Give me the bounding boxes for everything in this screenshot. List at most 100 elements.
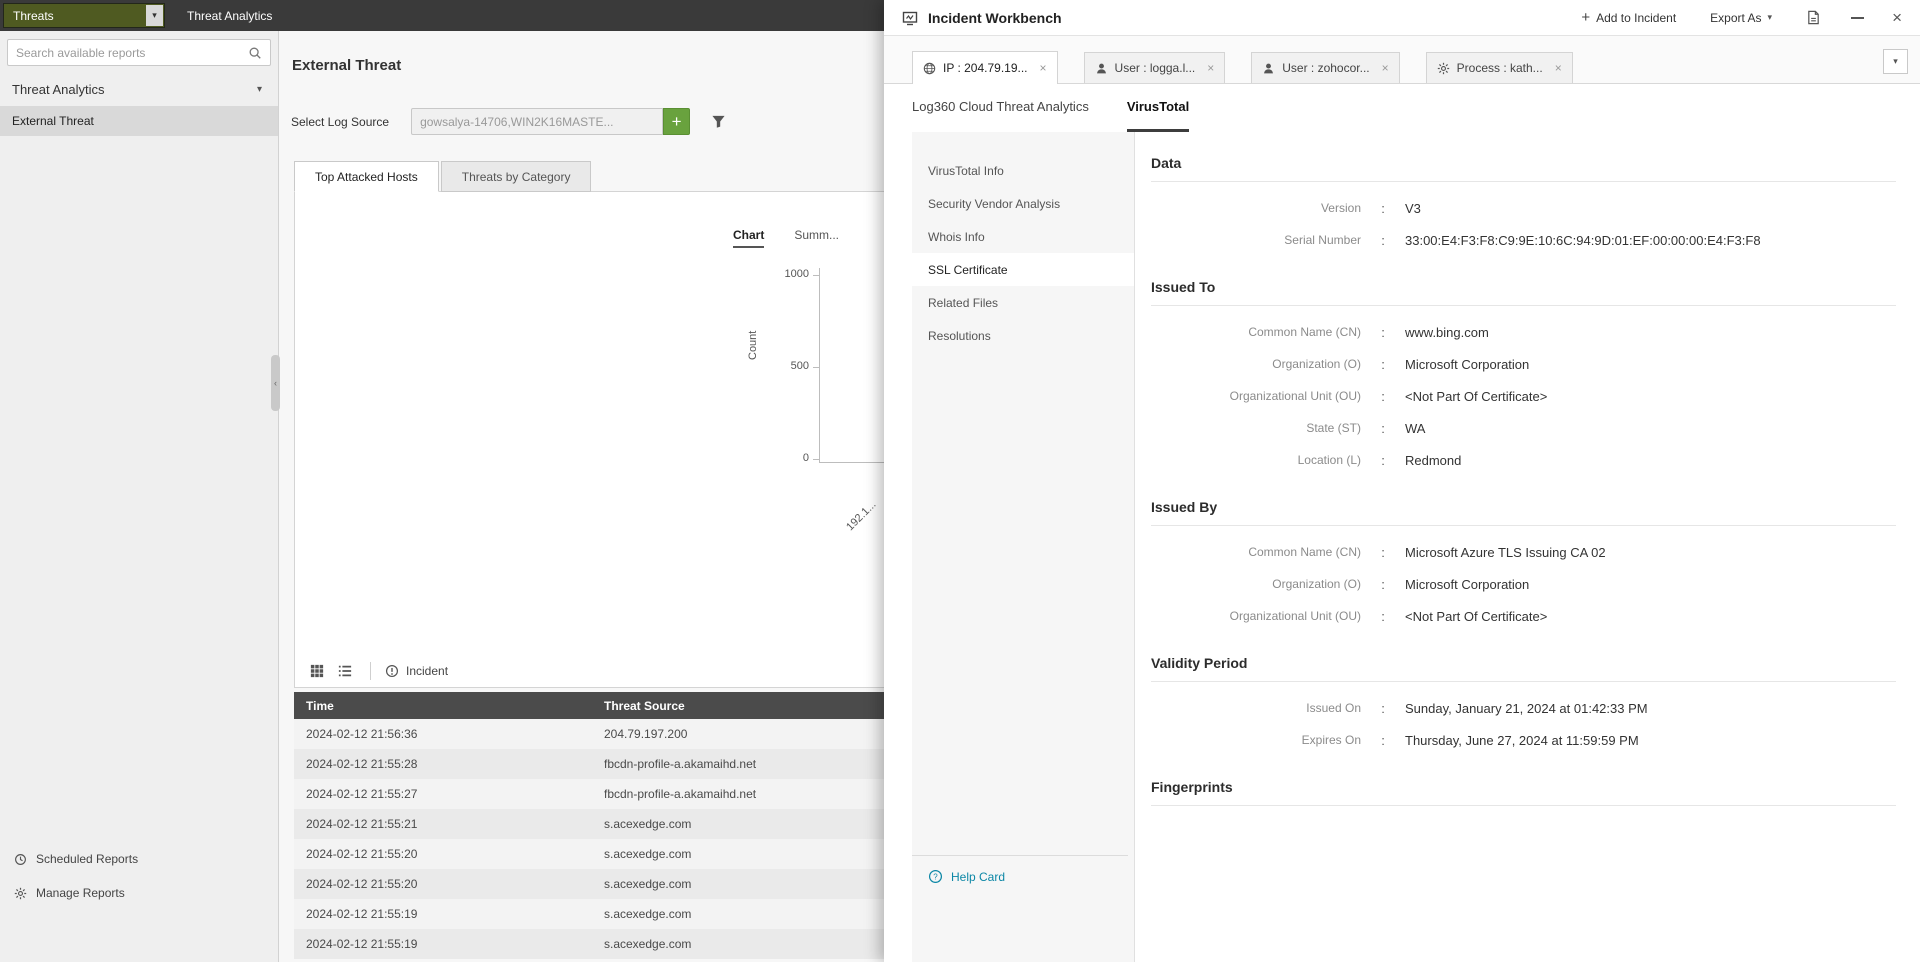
detail-value: WA [1405, 420, 1426, 436]
detail-row: Serial Number: 33:00:E4:F3:F8:C9:9E:10:6C… [1151, 224, 1896, 256]
entity-tab[interactable]: Process : kath... × [1425, 52, 1573, 83]
section-issued-by: Issued By Common Name (CN): Microsoft Azur… [1151, 498, 1896, 632]
section-heading: Validity Period [1151, 655, 1248, 671]
detail-row: Organization (O): Microsoft Corporation [1151, 568, 1896, 600]
section-divider [1151, 805, 1896, 806]
close-tab-icon[interactable]: × [1382, 62, 1389, 74]
section-divider [1151, 181, 1896, 182]
detail-value: V3 [1405, 200, 1421, 216]
cell-time: 2024-02-12 21:55:20 [306, 877, 418, 891]
incident-workbench-panel: Incident Workbench + Add to Incident Exp… [884, 0, 1920, 962]
workbench-icon [902, 10, 918, 26]
section-fingerprints: Fingerprints [1151, 778, 1896, 806]
cell-time: 2024-02-12 21:55:20 [306, 847, 418, 861]
ssl-certificate-detail: Data Version: V3 Serial Number: 33:00:E4:F3:… [1135, 132, 1920, 962]
tab-log360-cloud-threat-analytics[interactable]: Log360 Cloud Threat Analytics [912, 84, 1089, 132]
detail-colon: : [1381, 388, 1385, 404]
column-header-time[interactable]: Time [294, 699, 604, 713]
export-as-dropdown[interactable]: Export As ▾ [1710, 11, 1772, 25]
detail-value: Thursday, June 27, 2024 at 11:59:59 PM [1405, 732, 1639, 748]
chart-view-tabs: Chart Summ... [733, 228, 839, 248]
nav-item-resolutions[interactable]: Resolutions [912, 319, 1134, 352]
close-tab-icon[interactable]: × [1207, 62, 1214, 74]
globe-icon [923, 62, 936, 75]
close-tab-icon[interactable]: × [1040, 62, 1047, 74]
add-to-incident-button[interactable]: + Add to Incident [1581, 9, 1676, 26]
tab-threat-analytics[interactable]: Threat Analytics [187, 9, 272, 23]
chart-y-axis-label: Count [747, 330, 759, 360]
sidebar-section-threat-analytics[interactable]: Threat Analytics ▾ [0, 73, 278, 106]
close-icon[interactable]: × [1892, 9, 1902, 26]
sidebar-footer-item[interactable]: Manage Reports [0, 876, 278, 910]
entity-tab[interactable]: User : zohocor... × [1251, 52, 1400, 83]
workbench-body: VirusTotal Info Security Vendor Analysis W… [884, 132, 1920, 962]
detail-colon: : [1381, 732, 1385, 748]
detail-row: Common Name (CN): Microsoft Azure TLS Iss… [1151, 536, 1896, 568]
nav-item-related-files[interactable]: Related Files [912, 286, 1134, 319]
module-select[interactable]: Threats ▾ [3, 3, 165, 28]
gear-icon [14, 887, 27, 900]
y-tick-0: 0 [802, 452, 809, 464]
section-issued-to: Issued To Common Name (CN): www.bing.com Or… [1151, 278, 1896, 476]
virustotal-nav: VirusTotal Info Security Vendor Analysis W… [912, 132, 1135, 962]
sidebar-footer-label: Manage Reports [36, 886, 125, 900]
sidebar-footer: Scheduled Reports Manage Reports [0, 842, 278, 910]
help-card-link[interactable]: ? Help Card [912, 855, 1128, 884]
gear-icon [1437, 62, 1450, 75]
search-input[interactable] [16, 45, 248, 60]
nav-item-whois-info[interactable]: Whois Info [912, 220, 1134, 253]
sidebar-item-external-threat[interactable]: External Threat [0, 106, 278, 136]
minimize-icon[interactable] [1851, 16, 1865, 19]
detail-value: 33:00:E4:F3:F8:C9:9E:10:6C:94:9D:01:EF:0… [1405, 232, 1761, 248]
section-divider [1151, 525, 1896, 526]
detail-row: Organizational Unit (OU): <Not Part Of Ce… [1151, 600, 1896, 632]
module-select-value: Threats [13, 8, 54, 23]
workbench-header: Incident Workbench + Add to Incident Exp… [884, 0, 1920, 36]
detail-value: Microsoft Azure TLS Issuing CA 02 [1405, 544, 1606, 560]
tab-top-attacked-hosts[interactable]: Top Attacked Hosts [294, 161, 439, 192]
close-tab-icon[interactable]: × [1555, 62, 1562, 74]
log-source-input[interactable] [411, 108, 664, 135]
grid-view-icon[interactable] [310, 664, 324, 678]
detail-row: Organizational Unit (OU): <Not Part Of Ce… [1151, 380, 1896, 412]
cell-time: 2024-02-12 21:55:27 [306, 787, 418, 801]
detail-label: Version [1320, 201, 1361, 215]
section-heading: Issued To [1151, 279, 1216, 295]
export-report-icon[interactable] [1806, 10, 1821, 25]
section-rows: Common Name (CN): Microsoft Azure TLS Iss… [1151, 536, 1896, 632]
tab-virustotal[interactable]: VirusTotal [1126, 84, 1190, 132]
section-data: Data Version: V3 Serial Number: 33:00:E4:F3:… [1151, 154, 1896, 256]
section-rows: Issued On: Sunday, January 21, 2024 at 01… [1151, 692, 1896, 756]
detail-label: Organizational Unit (OU) [1229, 609, 1361, 623]
detail-label: Organizational Unit (OU) [1229, 389, 1361, 403]
sidebar-footer-item[interactable]: Scheduled Reports [0, 842, 278, 876]
add-log-source-button[interactable]: + [663, 108, 691, 135]
tab-overflow-dropdown[interactable]: ▾ [1883, 49, 1908, 74]
filter-icon[interactable] [711, 114, 726, 129]
workbench-actions: + Add to Incident Export As ▾ × [1547, 9, 1902, 26]
toolbar-divider [370, 662, 371, 680]
entity-tab[interactable]: IP : 204.79.19... × [912, 51, 1058, 84]
detail-colon: : [1381, 452, 1385, 468]
section-heading: Data [1151, 155, 1182, 171]
export-as-label: Export As [1710, 10, 1762, 25]
tab-threats-by-category[interactable]: Threats by Category [440, 161, 592, 192]
entity-tab-label: Process : kath... [1456, 61, 1543, 75]
workbench-title: Incident Workbench [928, 9, 1062, 26]
cell-time: 2024-02-12 21:55:21 [306, 817, 418, 831]
add-incident-button[interactable]: Incident [385, 664, 448, 678]
entity-tab[interactable]: User : logga.l... × [1083, 52, 1226, 83]
nav-item-ssl-certificate[interactable]: SSL Certificate [912, 253, 1134, 286]
nav-item-virustotal-info[interactable]: VirusTotal Info [912, 154, 1134, 187]
nav-item-security-vendor-analysis[interactable]: Security Vendor Analysis [912, 187, 1134, 220]
log-source-label: Select Log Source [291, 114, 390, 129]
y-tick-500: 500 [790, 360, 809, 372]
detail-colon: : [1381, 576, 1385, 592]
list-view-icon[interactable] [338, 664, 352, 678]
detail-row: Version: V3 [1151, 192, 1896, 224]
chart-view-tab-summary[interactable]: Summ... [794, 228, 839, 248]
search-icon[interactable] [248, 46, 262, 60]
report-search-box[interactable] [7, 39, 271, 66]
sidebar-collapse-handle[interactable]: ‹ [271, 355, 280, 411]
chart-view-tab-chart[interactable]: Chart [733, 228, 765, 248]
